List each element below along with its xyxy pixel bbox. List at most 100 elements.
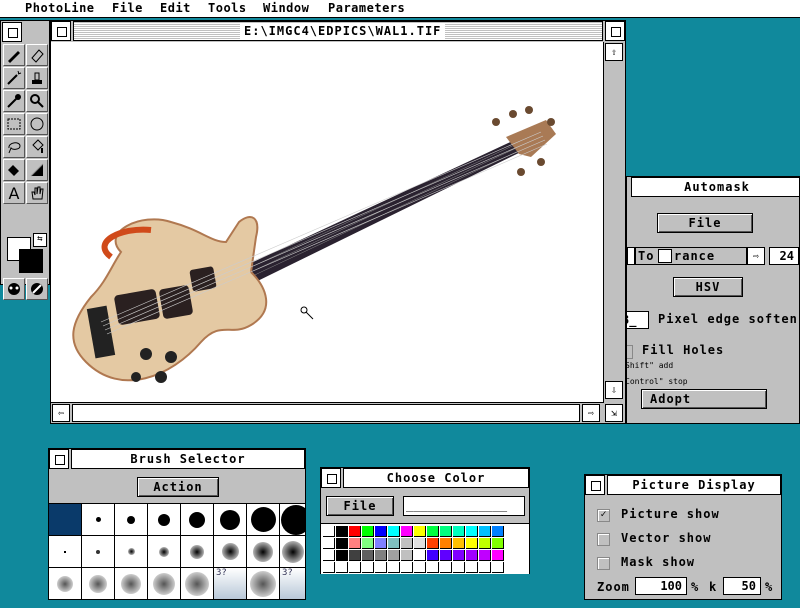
eraser-icon[interactable] <box>26 44 48 66</box>
brush-item[interactable] <box>247 536 280 568</box>
brush-item[interactable] <box>280 536 306 568</box>
k-field[interactable]: 50 <box>723 577 761 595</box>
color-swatch[interactable] <box>375 550 387 561</box>
color-swatch[interactable] <box>349 526 361 537</box>
color-swatch[interactable] <box>349 562 361 573</box>
color-swatch[interactable] <box>479 538 491 549</box>
color-swatch[interactable] <box>414 526 426 537</box>
brush-item[interactable] <box>214 504 247 536</box>
color-swatch[interactable] <box>492 562 504 573</box>
brush-item[interactable] <box>247 568 280 600</box>
menu-parameters[interactable]: Parameters <box>328 1 405 15</box>
color-swatch[interactable] <box>375 562 387 573</box>
brush-selector-title[interactable]: Brush Selector <box>71 449 305 469</box>
color-swatch[interactable] <box>323 538 335 549</box>
color-swatch[interactable] <box>479 526 491 537</box>
choose-color-close-box[interactable] <box>321 468 341 488</box>
color-swatch[interactable] <box>388 538 400 549</box>
brush-item[interactable] <box>148 568 181 600</box>
color-swatch[interactable] <box>427 526 439 537</box>
automask-title[interactable]: Automask <box>631 177 799 197</box>
vector-show-checkbox[interactable] <box>597 533 610 546</box>
zoom-field[interactable]: 100 <box>635 577 687 595</box>
color-swatch[interactable] <box>362 526 374 537</box>
brush-item[interactable] <box>148 504 181 536</box>
image-window-close-box[interactable] <box>51 21 71 41</box>
brush-item[interactable] <box>115 504 148 536</box>
brush-item[interactable] <box>82 568 115 600</box>
custom-brush-item[interactable]: 3? <box>214 568 247 600</box>
menu-edit[interactable]: Edit <box>160 1 191 15</box>
color-swatch[interactable] <box>440 538 452 549</box>
color-swatch[interactable] <box>440 562 452 573</box>
quick-mask-icon[interactable] <box>26 278 48 300</box>
vertical-scrollbar[interactable]: ⇧ ⇩ <box>604 42 625 402</box>
eyedropper-icon[interactable] <box>3 90 25 112</box>
picture-display-close-box[interactable] <box>585 475 605 495</box>
color-swatch[interactable] <box>362 538 374 549</box>
background-color-swatch[interactable] <box>19 249 43 273</box>
image-canvas[interactable] <box>51 42 604 403</box>
color-name-field[interactable]: ______________ <box>403 496 525 516</box>
choose-color-file-button[interactable]: File <box>326 496 394 516</box>
fuller-box[interactable] <box>605 21 625 41</box>
menu-window[interactable]: Window <box>263 1 309 15</box>
color-swatch[interactable] <box>414 562 426 573</box>
brush-item[interactable] <box>280 504 306 536</box>
mask-show-checkbox[interactable] <box>597 557 610 570</box>
brush-item[interactable] <box>214 536 247 568</box>
color-swatch[interactable] <box>388 526 400 537</box>
bucket-fill-icon[interactable] <box>3 159 25 181</box>
color-swatch[interactable] <box>414 538 426 549</box>
color-swatch[interactable] <box>492 550 504 561</box>
brush-item[interactable] <box>115 568 148 600</box>
color-swatch[interactable] <box>323 562 335 573</box>
tolerance-slider-thumb[interactable] <box>658 249 672 263</box>
brush-item[interactable] <box>82 504 115 536</box>
color-swatch[interactable] <box>479 562 491 573</box>
color-swatch[interactable] <box>362 562 374 573</box>
brush-item-selected[interactable] <box>49 504 82 536</box>
color-swatch[interactable] <box>336 538 348 549</box>
color-swatch[interactable] <box>466 550 478 561</box>
color-swatch[interactable] <box>466 538 478 549</box>
brush-grid[interactable]: 3? 3? <box>49 503 306 600</box>
color-swatch[interactable] <box>453 550 465 561</box>
rect-select-icon[interactable] <box>3 113 25 135</box>
size-box[interactable]: ⇲ <box>605 404 623 422</box>
automask-file-button[interactable]: File <box>657 213 753 233</box>
magnifier-icon[interactable] <box>26 90 48 112</box>
adopt-button[interactable]: Adopt <box>641 389 767 409</box>
swap-colors-icon[interactable]: ⇆ <box>33 233 47 247</box>
color-swatch[interactable] <box>401 526 413 537</box>
scroll-right-icon[interactable]: ⇨ <box>582 404 600 422</box>
text-icon[interactable]: A <box>3 182 25 204</box>
choose-color-title[interactable]: Choose Color <box>343 468 529 488</box>
edge-soften-field[interactable]: 3_ <box>627 311 649 329</box>
color-swatch[interactable] <box>440 550 452 561</box>
menu-tools[interactable]: Tools <box>208 1 247 15</box>
color-swatch[interactable] <box>323 526 335 537</box>
brush-action-button[interactable]: Action <box>137 477 219 497</box>
color-swatch[interactable] <box>440 526 452 537</box>
color-swatch[interactable] <box>492 538 504 549</box>
picture-show-checkbox[interactable]: ✓ <box>597 509 610 522</box>
color-swatch[interactable] <box>349 550 361 561</box>
color-swatch[interactable] <box>323 550 335 561</box>
color-swatch[interactable] <box>453 538 465 549</box>
scroll-down-icon[interactable]: ⇩ <box>605 381 623 399</box>
color-swatch[interactable] <box>336 550 348 561</box>
brush-item[interactable] <box>49 536 82 568</box>
brush-item[interactable] <box>49 568 82 600</box>
color-swatch[interactable] <box>388 550 400 561</box>
menu-file[interactable]: File <box>112 1 143 15</box>
brush-item[interactable] <box>148 536 181 568</box>
brush-selector-close-box[interactable] <box>49 449 69 469</box>
brush-item[interactable] <box>115 536 148 568</box>
lasso-icon[interactable] <box>3 136 25 158</box>
color-swatch[interactable] <box>401 550 413 561</box>
tolerance-value-field[interactable]: 24 <box>769 247 799 265</box>
color-swatch[interactable] <box>427 562 439 573</box>
magic-wand-icon[interactable] <box>3 67 25 89</box>
scroll-up-icon[interactable]: ⇧ <box>605 43 623 61</box>
